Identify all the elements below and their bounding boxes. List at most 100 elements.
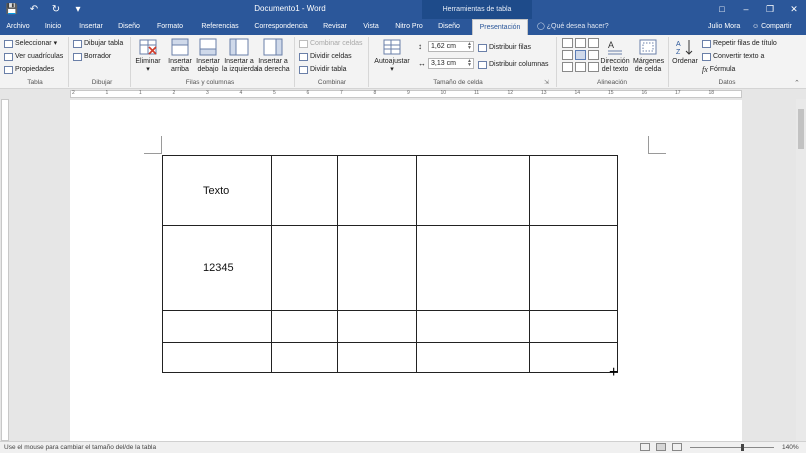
table-cell[interactable] — [162, 310, 272, 343]
tab-nitro-pro[interactable]: Nitro Pro — [392, 19, 426, 35]
split-table-button[interactable]: Dividir tabla — [299, 64, 347, 75]
dialog-launcher-icon[interactable]: ⇲ — [544, 79, 549, 86]
delete-button[interactable]: Eliminar ▾ — [134, 38, 162, 74]
repeat-rows-icon — [702, 39, 711, 48]
distribute-columns-button[interactable]: Distribuir columnas — [478, 59, 549, 70]
table-cell[interactable] — [271, 155, 338, 226]
column-width-spinner[interactable]: 3,13 cm ▲ ▼ — [428, 58, 474, 69]
spinner-arrows-icon[interactable]: ▲ ▼ — [467, 42, 472, 51]
select-button[interactable]: Seleccionar ▾ — [4, 38, 57, 49]
tab-formato[interactable]: Formato — [152, 19, 188, 35]
align-bottom-left-icon[interactable] — [562, 62, 573, 72]
cell-margins-button[interactable]: Márgenes de celda — [633, 38, 664, 74]
table-cell[interactable] — [337, 155, 417, 226]
print-layout-icon[interactable] — [656, 443, 666, 451]
row-height-spinner[interactable]: 1,62 cm ▲ ▼ — [428, 41, 474, 52]
convert-to-text-button[interactable]: Convertir texto a — [702, 51, 764, 62]
distribute-rows-button[interactable]: Distribuir filas — [478, 42, 531, 53]
table-cell[interactable] — [416, 155, 530, 226]
insert-right-line2: la derecha — [257, 66, 290, 73]
customize-icon[interactable]: ▾ — [70, 2, 86, 17]
user-name[interactable]: Julio Mora — [708, 19, 740, 35]
table-cell[interactable] — [271, 310, 338, 343]
merge-cells-button[interactable]: Combinar celdas — [299, 38, 363, 49]
group-label-datos: Datos — [718, 79, 736, 86]
read-mode-icon[interactable] — [640, 443, 650, 451]
text-direction-button[interactable]: A Dirección del texto — [599, 38, 631, 74]
close-icon[interactable]: ✕ — [782, 0, 806, 19]
align-top-left-icon[interactable] — [562, 38, 573, 48]
draw-table-button[interactable]: Dibujar tabla — [73, 38, 123, 49]
align-bottom-center-icon[interactable] — [575, 62, 586, 72]
document-table[interactable]: Texto 12345 — [162, 155, 618, 373]
share-button[interactable]: ☺ Compartir — [752, 19, 792, 35]
tab-inicio[interactable]: Inicio — [38, 19, 68, 35]
table-cell[interactable] — [529, 310, 618, 343]
table-cell[interactable] — [271, 225, 338, 311]
distribute-rows-icon — [478, 43, 487, 52]
tab-correspondencia[interactable]: Correspondencia — [250, 19, 312, 35]
insert-above-button[interactable]: Insertar arriba — [166, 38, 194, 74]
collapse-ribbon-icon[interactable]: ⌃ — [794, 79, 800, 87]
properties-button[interactable]: Propiedades — [4, 64, 54, 75]
formula-button[interactable]: fx Fórmula — [702, 64, 735, 75]
table-cell[interactable] — [416, 310, 530, 343]
table-cell[interactable] — [337, 310, 417, 343]
dropdown-arrow-icon: ▾ — [146, 66, 150, 73]
autofit-button[interactable]: Autoajustar ▾ — [372, 38, 412, 74]
tell-me-box[interactable]: ◯ ¿Qué desea hacer? — [537, 19, 609, 35]
scrollbar-thumb[interactable] — [798, 109, 804, 149]
insert-below-button[interactable]: Insertar debajo — [194, 38, 222, 74]
ribbon: Seleccionar ▾ Ver cuadrículas Propiedades… — [0, 35, 806, 89]
ribbon-display-icon[interactable]: □ — [710, 0, 734, 19]
table-cell[interactable] — [337, 342, 417, 373]
table-cell[interactable] — [416, 225, 530, 311]
document-page[interactable]: Texto 12345 — [70, 100, 742, 441]
tab-archivo[interactable]: Archivo — [4, 19, 32, 35]
zoom-percent[interactable]: 140% — [782, 444, 799, 451]
insert-right-button[interactable]: Insertar a la derecha — [257, 38, 290, 74]
zoom-slider[interactable] — [690, 444, 774, 451]
table-cell[interactable] — [529, 225, 618, 311]
text-direction-line2: del texto — [601, 66, 629, 73]
insert-above-line2: arriba — [171, 66, 189, 73]
align-middle-center-icon[interactable] — [575, 50, 586, 60]
web-layout-icon[interactable] — [672, 443, 682, 451]
tab-referencias[interactable]: Referencias — [196, 19, 244, 35]
spinner-arrows-icon[interactable]: ▲ ▼ — [467, 59, 472, 68]
table-cell[interactable] — [529, 342, 618, 373]
tab-insertar[interactable]: Insertar — [74, 19, 108, 35]
redo-icon[interactable]: ↻ — [48, 2, 64, 17]
tab-revisar[interactable]: Revisar — [320, 19, 350, 35]
table-cell[interactable] — [337, 225, 417, 311]
minimize-icon[interactable]: – — [734, 0, 758, 19]
align-middle-left-icon[interactable] — [562, 50, 573, 60]
view-gridlines-button[interactable]: Ver cuadrículas — [4, 51, 63, 62]
vertical-ruler[interactable] — [0, 99, 10, 441]
tab-vista[interactable]: Vista — [358, 19, 384, 35]
eraser-button[interactable]: Borrador — [73, 51, 111, 62]
align-middle-right-icon[interactable] — [588, 50, 599, 60]
align-top-right-icon[interactable] — [588, 38, 599, 48]
sort-button[interactable]: AZ Ordenar — [671, 38, 699, 66]
horizontal-ruler[interactable]: 2 1 1 2 3 4 5 6 7 8 9 10 11 12 13 14 15 16 17 18 — [0, 89, 806, 99]
save-icon[interactable]: 💾 — [4, 2, 20, 17]
vertical-scrollbar[interactable] — [796, 99, 806, 441]
tab-diseno[interactable]: Diseño — [114, 19, 144, 35]
table-cell[interactable] — [162, 342, 272, 373]
insert-left-button[interactable]: Insertar a la izquierda — [222, 38, 258, 74]
align-top-center-icon[interactable] — [575, 38, 586, 48]
table-cell[interactable]: 12345 — [162, 225, 272, 311]
tab-presentacion[interactable]: Presentación — [472, 19, 528, 35]
table-cell[interactable] — [529, 155, 618, 226]
table-cell[interactable] — [271, 342, 338, 373]
table-cell[interactable] — [416, 342, 530, 373]
undo-icon[interactable]: ↶ — [26, 2, 42, 17]
split-cells-button[interactable]: Dividir celdas — [299, 51, 352, 62]
table-cell[interactable]: Texto — [162, 155, 272, 226]
zoom-slider-knob[interactable] — [741, 444, 745, 451]
maximize-icon[interactable]: ❐ — [758, 0, 782, 19]
repeat-header-rows-button[interactable]: Repetir filas de título — [702, 38, 777, 49]
align-bottom-right-icon[interactable] — [588, 62, 599, 72]
tab-diseno-tabla[interactable]: Diseño — [434, 19, 464, 35]
